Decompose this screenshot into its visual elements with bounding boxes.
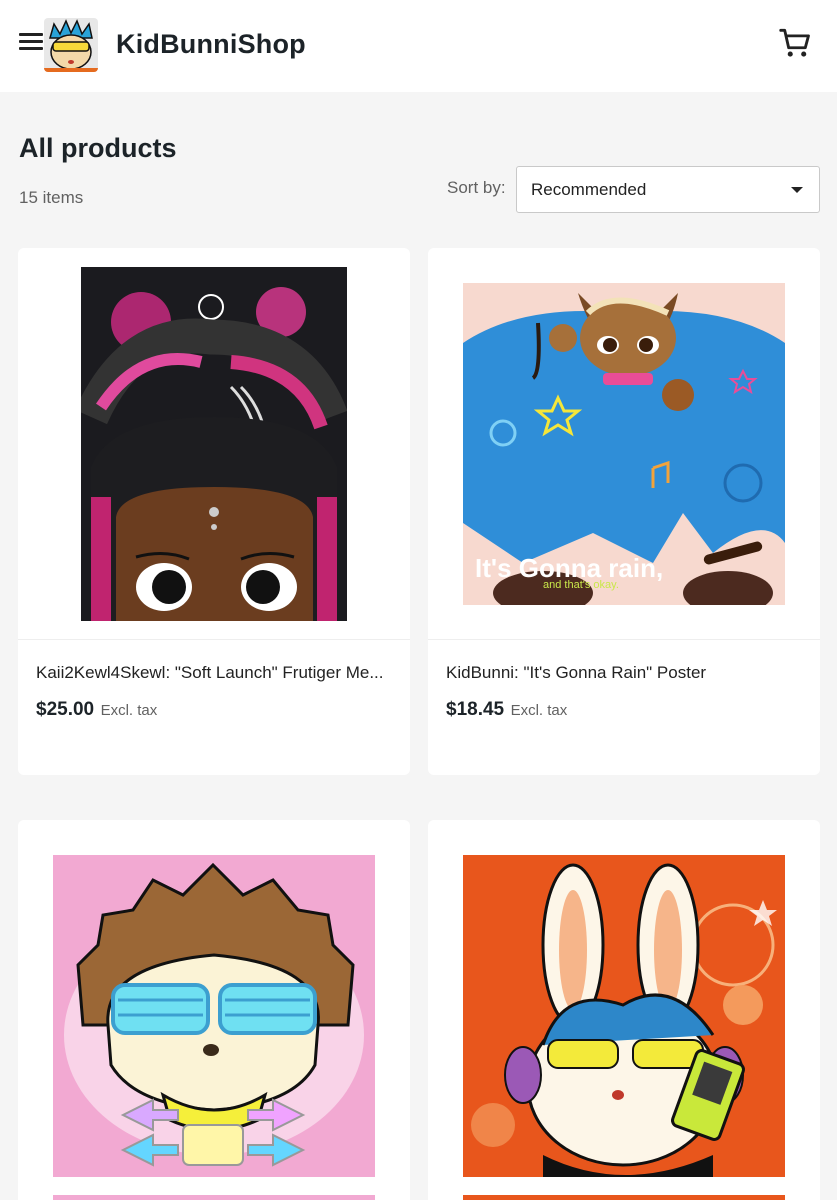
product-price: $25.00	[36, 699, 95, 720]
product-card[interactable]	[18, 820, 410, 1200]
product-image[interactable]	[18, 248, 410, 640]
product-price: $18.45	[446, 699, 505, 720]
product-card[interactable]	[428, 820, 820, 1200]
product-name[interactable]: KidBunni: "It's Gonna Rain" Poster	[446, 663, 801, 683]
item-count: 15 items	[19, 188, 84, 207]
sort-select-value: Recommended	[531, 180, 647, 199]
sort-label: Sort by:	[447, 178, 506, 197]
price-row: $18.45 Excl. tax	[446, 699, 567, 721]
tax-note: Excl. tax	[510, 702, 568, 719]
product-name[interactable]: Kaii2Kewl4Skewl: "Soft Launch" Frutiger …	[36, 663, 391, 683]
shopping-cart-icon[interactable]	[776, 24, 814, 62]
product-card[interactable]: It's Gonna rain, and that's okay. KidBun…	[428, 248, 820, 775]
shop-logo[interactable]	[44, 18, 98, 72]
sort-select[interactable]: Recommended	[516, 166, 820, 213]
product-card[interactable]: Kaii2Kewl4Skewl: "Soft Launch" Frutiger …	[18, 248, 410, 775]
hamburger-menu-icon[interactable]	[19, 33, 43, 55]
tax-note: Excl. tax	[100, 702, 158, 719]
product-image[interactable]	[428, 820, 820, 1200]
product-image[interactable]: It's Gonna rain, and that's okay.	[428, 248, 820, 640]
top-header: KidBunniShop	[0, 0, 837, 92]
art-text-sub: and that's okay.	[543, 579, 619, 591]
page-title: All products	[19, 133, 177, 163]
shop-name[interactable]: KidBunniShop	[116, 29, 306, 60]
chevron-down-icon	[791, 187, 803, 193]
product-image[interactable]	[18, 820, 410, 1200]
price-row: $25.00 Excl. tax	[36, 699, 157, 721]
